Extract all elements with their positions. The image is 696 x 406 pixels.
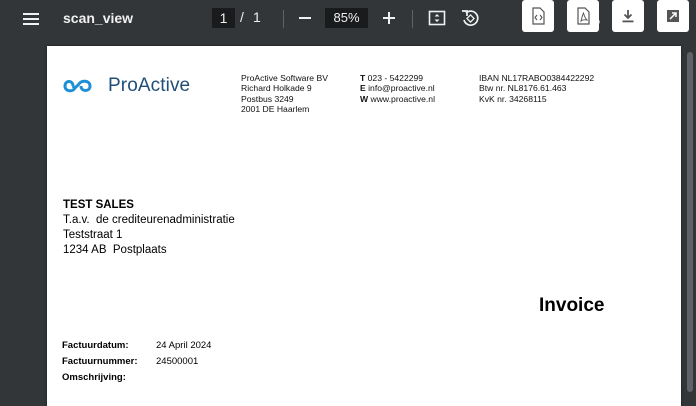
- company-contact: T 023 - 5422299 E info@proactive.nl W ww…: [360, 73, 435, 104]
- logo-text: ProActive: [108, 75, 191, 96]
- vertical-scrollbar[interactable]: [684, 46, 696, 392]
- download-icon: [622, 10, 634, 23]
- detail-value: 24 April 2024: [156, 340, 212, 351]
- btw-number: Btw nr. NL8176.61.463: [479, 83, 567, 94]
- company-address: ProActive Software BV Richard Holkade 9 …: [241, 73, 328, 114]
- pdf-page: ProActive ProActive Software BV Richard …: [47, 46, 681, 406]
- company-street: Richard Holkade 9: [241, 83, 312, 94]
- plus-icon: [383, 12, 395, 24]
- detail-label: Factuurnummer:: [62, 356, 138, 367]
- pdf-file-icon: [577, 7, 590, 25]
- kvk-number: KvK nr. 34268115: [479, 93, 547, 104]
- company-logo: ProActive: [63, 75, 190, 97]
- view-source-button[interactable]: [522, 0, 554, 32]
- infinity-logo-icon: [63, 79, 92, 93]
- detail-value: 24500001: [156, 356, 199, 367]
- fit-page-icon: [428, 10, 446, 26]
- recipient-street: Teststraat 1: [63, 229, 123, 241]
- web-label: W: [360, 93, 369, 104]
- rotate-button[interactable]: [459, 7, 481, 29]
- scrollbar-thumb[interactable]: [687, 52, 693, 392]
- company-city: 2001 DE Haarlem: [241, 103, 310, 114]
- zoom-level-input[interactable]: 85%: [325, 8, 368, 28]
- recipient-name: TEST SALES: [63, 199, 134, 211]
- invoice-detail-row: Factuurdatum: 24 April 2024: [62, 338, 211, 354]
- invoice-detail-row: Factuurnummer: 24500001: [62, 354, 211, 370]
- phone-number: 023 - 5422299: [367, 73, 424, 83]
- invoice-detail-row: Omschrijving:: [62, 370, 211, 386]
- zoom-out-button[interactable]: [294, 7, 316, 29]
- phone-label: T: [360, 73, 366, 83]
- zoom-in-button[interactable]: [378, 7, 400, 29]
- toolbar-comma: ,: [597, 9, 601, 25]
- toolbar-divider: [283, 10, 284, 28]
- recipient-city: 1234 AB Postplaats: [63, 244, 167, 256]
- invoice-details: Factuurdatum: 24 April 2024 Factuurnumme…: [62, 338, 211, 386]
- fit-to-page-button[interactable]: [426, 7, 448, 29]
- email-label: E: [360, 83, 366, 94]
- pdf-viewer-toolbar: scan_view 1 / 1 85% ,: [0, 0, 696, 39]
- recipient-address: TEST SALES T.a.v. de crediteurenadminist…: [63, 198, 235, 258]
- recipient-attn: T.a.v. de crediteurenadministratie: [63, 214, 235, 226]
- page-number-input[interactable]: 1: [212, 8, 235, 28]
- detail-label: Omschrijving:: [62, 372, 126, 383]
- rotate-icon: [462, 10, 479, 26]
- detail-label: Factuurdatum:: [62, 340, 129, 351]
- minus-icon: [299, 17, 311, 19]
- company-pobox: Postbus 3249: [241, 93, 294, 104]
- page-separator: /: [240, 9, 244, 25]
- email-address: info@proactive.nl: [368, 83, 435, 94]
- iban: IBAN NL17RABO0384422292: [479, 73, 595, 83]
- invoice-title: Invoice: [539, 295, 605, 316]
- download-button[interactable]: [612, 0, 644, 32]
- total-pages: 1: [253, 9, 261, 25]
- document-code-icon: [532, 7, 545, 25]
- document-title: scan_view: [63, 10, 134, 26]
- open-external-button[interactable]: [657, 0, 689, 32]
- toolbar-divider: [412, 10, 413, 28]
- website: www.proactive.nl: [370, 93, 435, 104]
- company-name: ProActive Software BV: [241, 73, 328, 83]
- external-link-icon: [667, 10, 679, 22]
- menu-icon[interactable]: [20, 9, 42, 29]
- company-registration: IBAN NL17RABO0384422292 Btw nr. NL8176.6…: [479, 73, 594, 104]
- open-pdf-button[interactable]: [567, 0, 599, 32]
